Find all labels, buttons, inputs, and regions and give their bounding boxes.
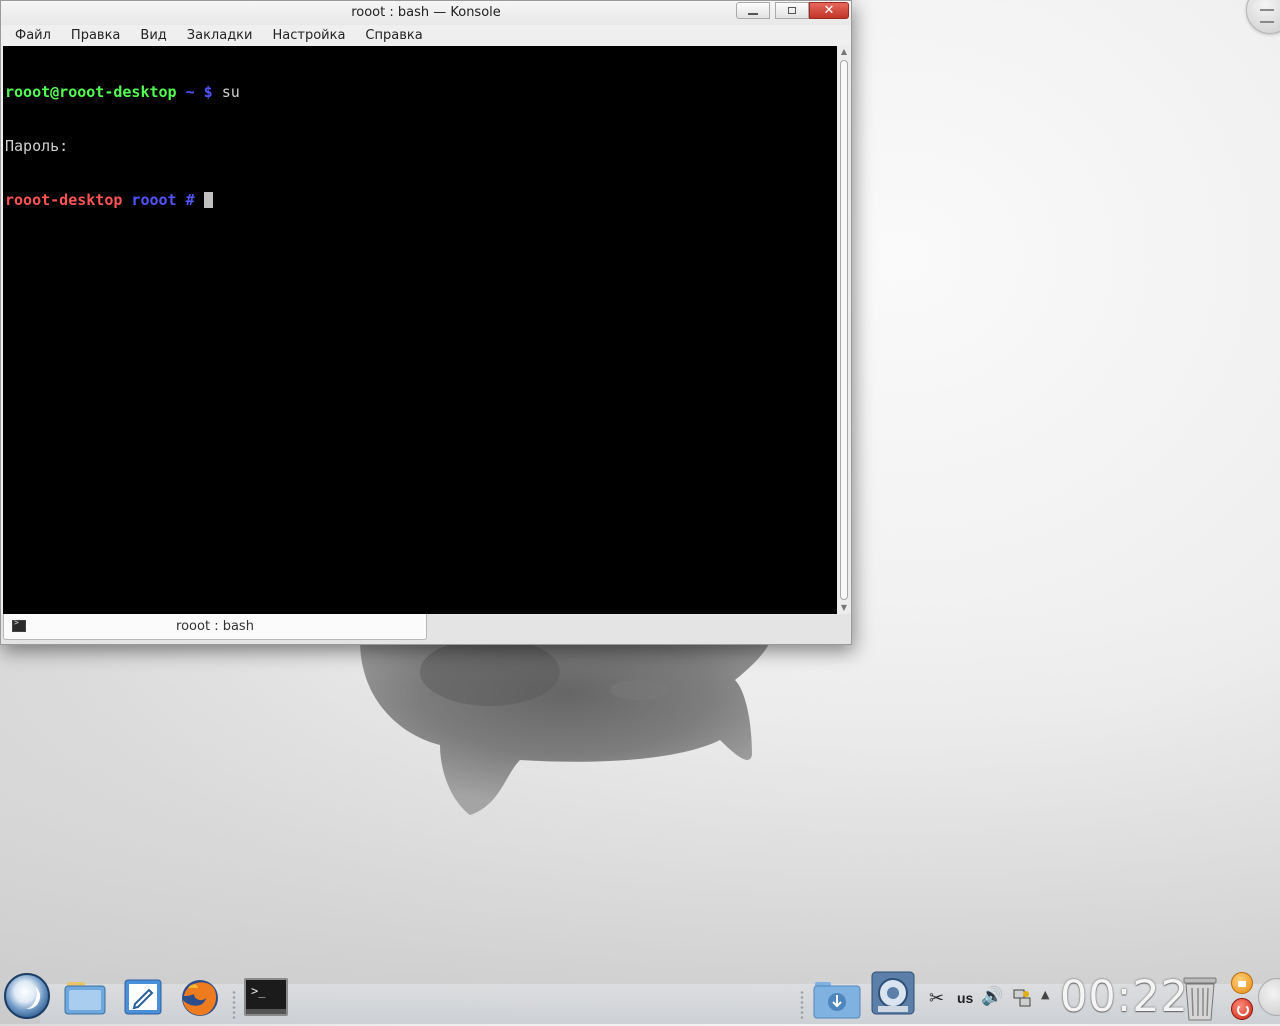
text-editor-icon	[124, 979, 162, 1015]
volume-icon[interactable]: 🔊	[981, 986, 1003, 1007]
scrollbar-thumb[interactable]	[840, 60, 848, 600]
close-button[interactable]: ✕	[809, 2, 849, 19]
terminal-line-1: rooot@rooot-desktop ~ $ su	[5, 83, 835, 101]
digital-clock[interactable]: 00:22	[1060, 972, 1189, 1022]
trash-button[interactable]	[1180, 974, 1220, 1022]
root-prompt-symbol: #	[176, 191, 204, 209]
menu-bookmarks[interactable]: Закладки	[177, 26, 263, 46]
root-prompt-host: rooot-desktop	[5, 191, 123, 209]
trash-icon	[1183, 977, 1217, 1021]
menu-edit[interactable]: Правка	[61, 26, 130, 46]
menu-view[interactable]: Вид	[130, 26, 176, 46]
panel-separator[interactable]	[232, 990, 236, 1020]
terminal-line-3: rooot-desktop rooot #	[5, 191, 835, 209]
window-titlebar[interactable]: rooot : bash — Konsole ✕	[1, 1, 851, 25]
device-notifier-button[interactable]	[813, 978, 861, 1020]
firefox-icon	[182, 980, 218, 1016]
minimize-icon	[748, 12, 758, 15]
maximize-button[interactable]	[775, 2, 809, 19]
lock-screen-button[interactable]	[1231, 972, 1253, 994]
firefox-launcher[interactable]	[178, 976, 222, 1020]
menu-settings[interactable]: Настройка	[262, 26, 355, 46]
application-launcher-button[interactable]	[4, 973, 50, 1019]
text-cursor	[203, 192, 213, 208]
device-notifier-icon	[813, 982, 861, 1019]
folder-icon	[64, 982, 106, 1015]
panel-separator-2[interactable]	[800, 990, 804, 1020]
window-title: rooot : bash — Konsole	[351, 5, 501, 20]
minimize-button[interactable]	[736, 2, 770, 19]
root-prompt-dir: rooot	[122, 191, 177, 209]
tab-rooot-bash[interactable]: rooot : bash	[3, 614, 427, 640]
password-prompt: Пароль:	[5, 137, 69, 155]
maximize-icon	[788, 7, 796, 14]
logout-button[interactable]	[1231, 998, 1253, 1020]
terminal-icon	[244, 978, 288, 1016]
keyboard-layout-indicator[interactable]: us	[957, 990, 973, 1006]
scroll-up-arrow-icon[interactable]: ▲	[837, 46, 851, 58]
tab-label: rooot : bash	[176, 619, 254, 634]
expand-arrow-icon[interactable]: ▲	[1041, 988, 1049, 1001]
prompt-path: ~ $	[176, 83, 213, 101]
dolphin-launcher[interactable]	[63, 976, 107, 1020]
menu-help[interactable]: Справка	[355, 26, 432, 46]
scroll-down-arrow-icon[interactable]: ▼	[837, 602, 851, 614]
terminal-line-2: Пароль:	[5, 137, 835, 155]
kwrite-launcher[interactable]	[121, 976, 165, 1020]
typed-command: su	[212, 83, 240, 101]
tab-bar: rooot : bash	[1, 614, 851, 644]
terminal-scrollbar[interactable]: ▲ ▼	[837, 46, 851, 614]
system-info-button[interactable]	[870, 970, 916, 1018]
menubar: Файл Правка Вид Закладки Настройка Справ…	[5, 26, 433, 46]
network-icon[interactable]	[1012, 988, 1032, 1013]
system-info-icon	[871, 971, 915, 1015]
close-icon: ✕	[823, 3, 835, 18]
taskbar-panel: ✂ us 🔊 ▲ 00:22	[0, 966, 1280, 1024]
clipboard-icon[interactable]: ✂	[929, 988, 944, 1009]
taskbar-konsole-task[interactable]	[244, 978, 288, 1016]
menu-file[interactable]: Файл	[5, 26, 61, 46]
konsole-window: rooot : bash — Konsole ✕ Файл Правка Вид…	[0, 0, 852, 645]
terminal-area[interactable]: rooot@rooot-desktop ~ $ su Пароль: rooot…	[3, 46, 837, 614]
prompt-user-host: rooot@rooot-desktop	[5, 83, 177, 101]
